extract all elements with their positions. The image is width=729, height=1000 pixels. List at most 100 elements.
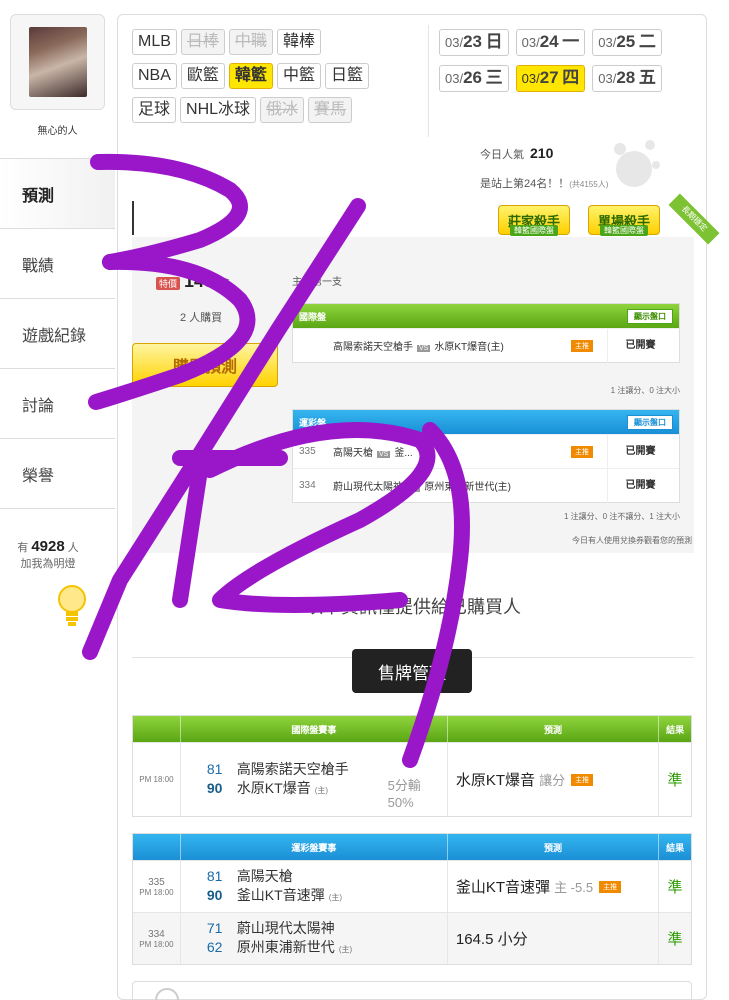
sell-management-button[interactable]: 售牌管理 [352, 649, 472, 693]
sport-nba[interactable]: NBA [132, 63, 177, 89]
sidebar: 無心的人 預測 戰績 遊戲紀錄 討論 榮譽 有 4928 人 加我為明燈 [0, 0, 115, 1000]
sport-horse-racing: 賽馬 [308, 97, 353, 123]
col-header-match: 運彩盤賽事 [181, 834, 448, 860]
sport-cpbl: 中職 [228, 29, 273, 55]
sale-tag: 特價 [156, 277, 181, 290]
table-row: 334 PM 18:00 71 蔚山現代太陽神 62 原州東浦新世代 (主) 164.5… [133, 912, 691, 964]
price: 148 路 [184, 271, 231, 291]
date-0326[interactable]: 03/26 三 [439, 65, 509, 92]
game-status: 已開賽 [607, 434, 673, 469]
divider [428, 25, 429, 137]
sport-note: 1 注讓分、0 注不讓分、1 注大小 [563, 512, 680, 521]
avatar[interactable] [10, 14, 105, 110]
popularity: 今日人氣 210 [480, 145, 553, 162]
fan-prefix: 有 [17, 542, 29, 554]
table-row: 334 蔚山現代太陽神 VS 原州東浦新世代(主) 已開賽 [293, 468, 679, 503]
username[interactable]: 無心的人 [0, 122, 115, 137]
loss-info: 5分輸 50% [387, 778, 421, 810]
col-header-result: 結果 [666, 842, 685, 853]
game-time: PM 18:00 [133, 743, 181, 816]
date-0323[interactable]: 03/23 日 [439, 29, 509, 56]
table-row: 335 高陽天槍 VS 釜... 主推 已開賽 [293, 434, 679, 469]
sport-results-table: 運彩盤賽事 預測 結果 335 PM 18:00 81 高陽天槍 90 釜山KT音速彈… [132, 833, 692, 965]
nav-item-honor[interactable]: 榮譽 [0, 438, 115, 508]
sidebar-nav: 預測 戰績 遊戲紀錄 討論 榮譽 [0, 158, 115, 509]
sport-lottery-table: 運彩盤 顯示盤口 335 高陽天槍 VS 釜... 主推 已開賽 334 蔚山現代太… [292, 409, 680, 503]
fan-box: 有 4928 人 加我為明燈 [8, 538, 88, 571]
intl-odds-table: 國際盤 顯示盤口 高陽索諾天空槍手 VS 水原KT爆音(主) 主推 已開賽 [292, 303, 680, 363]
intl-results-table: 國際盤賽事 預測 結果 PM 18:00 81 高陽索諾天空槍手 90 水原KT爆音… [132, 715, 692, 817]
result-cell: 準 [667, 772, 683, 789]
sport-khl: 俄冰 [260, 97, 305, 123]
sport-soccer[interactable]: 足球 [132, 97, 177, 123]
game-status: 已開賽 [607, 328, 673, 363]
main-pick-label: 主推第一支 [292, 277, 342, 288]
date-0328[interactable]: 03/28 五 [592, 65, 662, 92]
badge2-sub: 韓籃國際盤 [600, 225, 648, 236]
sport-filter: MLB 日棒 中職 韓棒 NBA 歐籃 韓籃 中籃 日籃 足球 NHL冰球 俄冰… [132, 29, 432, 131]
sport-table-title: 運彩盤 [299, 417, 327, 428]
rank-line: 是站上第24名！！(共4155人) [480, 175, 608, 191]
splash-decoration [614, 140, 660, 187]
game-status: 已開賽 [607, 468, 673, 503]
main-panel: MLB 日棒 中職 韓棒 NBA 歐籃 韓籃 中籃 日籃 足球 NHL冰球 俄冰… [117, 14, 720, 1000]
buy-prediction-button[interactable]: 購買預測 [132, 343, 278, 387]
purchase-area: 特價 148 路 2 人購買 購買預測 主推第一支 國際盤 顯示盤口 高陽索諾天… [132, 237, 694, 553]
chat-icon [155, 988, 179, 1000]
col-header-prediction: 預測 [448, 834, 660, 860]
sport-npb: 日棒 [180, 29, 225, 55]
popularity-label: 今日人氣 [480, 149, 524, 161]
date-0325[interactable]: 03/25 二 [592, 29, 662, 56]
follow-link[interactable]: 加我為明燈 [8, 555, 88, 571]
main-pick-tag: 主推 [571, 445, 593, 458]
vs-icon: VS [377, 451, 391, 458]
vs-icon: VS [407, 485, 421, 492]
col-header-result: 結果 [666, 724, 685, 735]
match-cell: 81 高陽索諾天空槍手 90 水原KT爆音 (主) 5分輸 50% [181, 743, 448, 816]
table-row: 高陽索諾天空槍手 VS 水原KT爆音(主) 主推 已開賽 [293, 328, 679, 363]
lightbulb-icon[interactable] [55, 584, 89, 628]
sport-china-basketball[interactable]: 中籃 [276, 63, 321, 89]
rank-text: 是站上第24名！！ [480, 178, 570, 190]
vs-icon: VS [417, 345, 431, 352]
result-cell: 準 [667, 879, 683, 896]
sport-japan-basketball[interactable]: 日籃 [324, 63, 369, 89]
col-header-prediction: 預測 [448, 716, 660, 742]
main-pick-tag: 主推 [599, 880, 622, 893]
badge1-sub: 韓籃國際盤 [510, 225, 558, 236]
discussion-box[interactable] [132, 981, 692, 1000]
sport-nhl[interactable]: NHL冰球 [180, 97, 257, 123]
voucher-note: 今日有人使用兌換券觀看您的預測 [572, 536, 692, 545]
main-pick-tag: 主推 [571, 773, 594, 786]
avatar-image [28, 27, 87, 97]
result-cell: 準 [667, 931, 683, 948]
show-odds-button-2[interactable]: 顯示盤口 [627, 414, 673, 430]
table-row: 335 PM 18:00 81 高陽天槍 90 釜山KT音速彈 (主) 釜山KT音速彈主… [133, 860, 691, 912]
intl-table-title: 國際盤 [299, 311, 327, 322]
info-text: 以下資訊僅提供給已購買人 [305, 597, 521, 617]
prediction-cell: 水原KT爆音 讓分 主推 [448, 743, 660, 816]
nav-item-record[interactable]: 戰績 [0, 228, 115, 298]
fan-count: 4928 [31, 538, 65, 555]
date-0327[interactable]: 03/27 四 [515, 65, 586, 92]
nav-item-game-history[interactable]: 遊戲紀錄 [0, 298, 115, 368]
sport-euro-basketball[interactable]: 歐籃 [180, 63, 225, 89]
sport-mlb[interactable]: MLB [132, 29, 177, 55]
sport-korea-basketball[interactable]: 韓籃 [228, 63, 273, 89]
main-pick-tag: 主推 [571, 339, 593, 352]
date-0324[interactable]: 03/24 一 [515, 29, 586, 56]
text-cursor [132, 201, 134, 235]
popularity-value: 210 [530, 145, 554, 161]
nav-item-prediction[interactable]: 預測 [0, 158, 115, 228]
buyer-count: 2 人購買 [180, 312, 223, 324]
table-row: PM 18:00 81 高陽索諾天空槍手 90 水原KT爆音 (主) 5分輸 50% 水… [133, 742, 691, 816]
nav-item-discussion[interactable]: 討論 [0, 368, 115, 438]
fan-suffix: 人 [67, 542, 79, 554]
date-filter: 03/23 日 03/24 一 03/25 二 03/26 三 03/27 四 … [439, 29, 699, 101]
sport-kbo[interactable]: 韓棒 [276, 29, 321, 55]
rank-total: (共4155人) [569, 180, 609, 189]
col-header-match: 國際盤賽事 [181, 716, 448, 742]
nav-divider [0, 508, 115, 509]
show-odds-button[interactable]: 顯示盤口 [627, 308, 673, 324]
intl-note: 1 注讓分、0 注大小 [610, 386, 680, 395]
